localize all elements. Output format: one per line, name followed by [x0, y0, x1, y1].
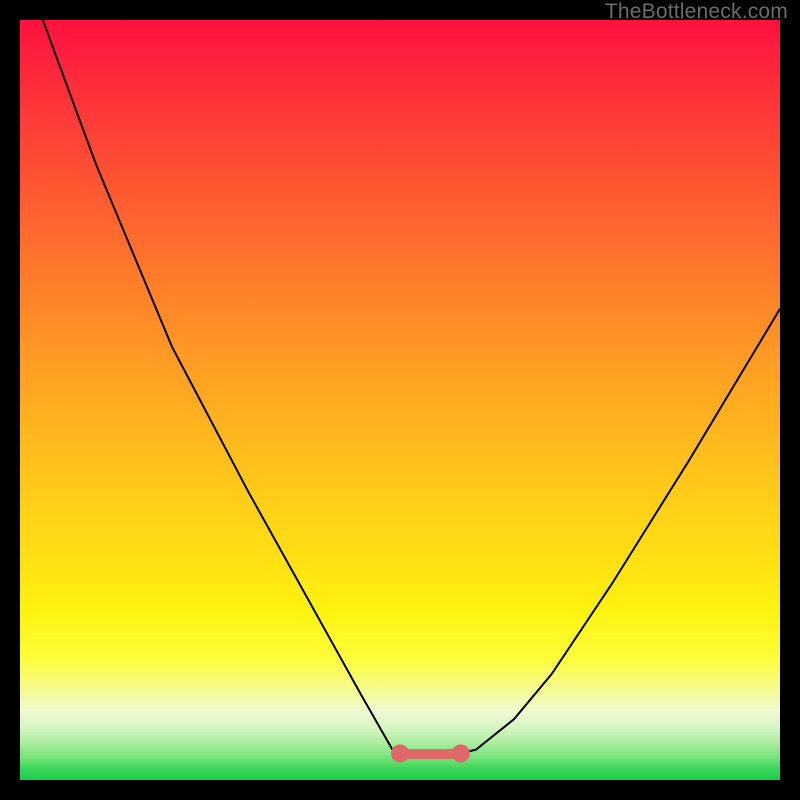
plot-area — [20, 20, 780, 780]
optimal-range-endpoint — [391, 744, 409, 762]
curve-layer — [20, 20, 780, 780]
chart-frame: TheBottleneck.com — [0, 0, 800, 800]
optimal-range-connector — [400, 753, 461, 754]
optimal-range-endpoint — [452, 744, 470, 762]
bottleneck-curve — [43, 20, 780, 754]
